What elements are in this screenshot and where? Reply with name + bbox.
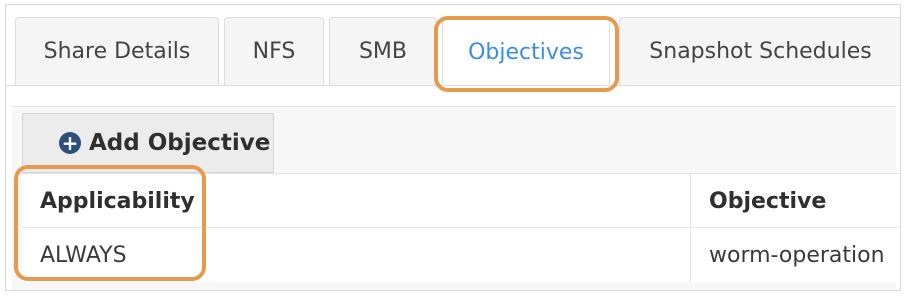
table-row[interactable]: ALWAYS worm-operation: [22, 228, 900, 282]
tab-nfs-label: NFS: [252, 39, 296, 64]
share-panel: Share Details NFS SMB Objectives Snapsho…: [5, 4, 901, 291]
tab-share-details[interactable]: Share Details: [15, 17, 219, 85]
tab-smb-label: SMB: [358, 39, 408, 64]
tab-objectives[interactable]: Objectives: [442, 17, 610, 86]
cell-applicability: ALWAYS: [22, 228, 690, 282]
tab-snapshot-schedules[interactable]: Snapshot Schedules: [619, 17, 900, 85]
add-objective-label: Add Objective: [89, 130, 271, 156]
tab-nfs[interactable]: NFS: [224, 17, 324, 85]
tab-smb[interactable]: SMB: [329, 17, 437, 85]
tabs-divider: [6, 85, 900, 86]
tab-snapshot-schedules-label: Snapshot Schedules: [649, 39, 872, 64]
add-objective-button[interactable]: + Add Objective: [22, 113, 274, 173]
tab-bar: Share Details NFS SMB Objectives Snapsho…: [6, 5, 900, 107]
table-header-row: Applicability Objective: [22, 174, 900, 228]
objectives-table: Applicability Objective ALWAYS worm-oper…: [22, 173, 900, 282]
plus-circle-icon: +: [59, 132, 81, 154]
tab-objectives-label: Objectives: [468, 39, 584, 65]
objectives-panel: + Add Objective Applicability Objective …: [12, 106, 900, 290]
column-header-objective[interactable]: Objective: [690, 174, 900, 228]
column-header-applicability[interactable]: Applicability: [22, 174, 690, 228]
cell-objective: worm-operation: [690, 228, 900, 282]
tab-share-details-label: Share Details: [43, 39, 191, 64]
